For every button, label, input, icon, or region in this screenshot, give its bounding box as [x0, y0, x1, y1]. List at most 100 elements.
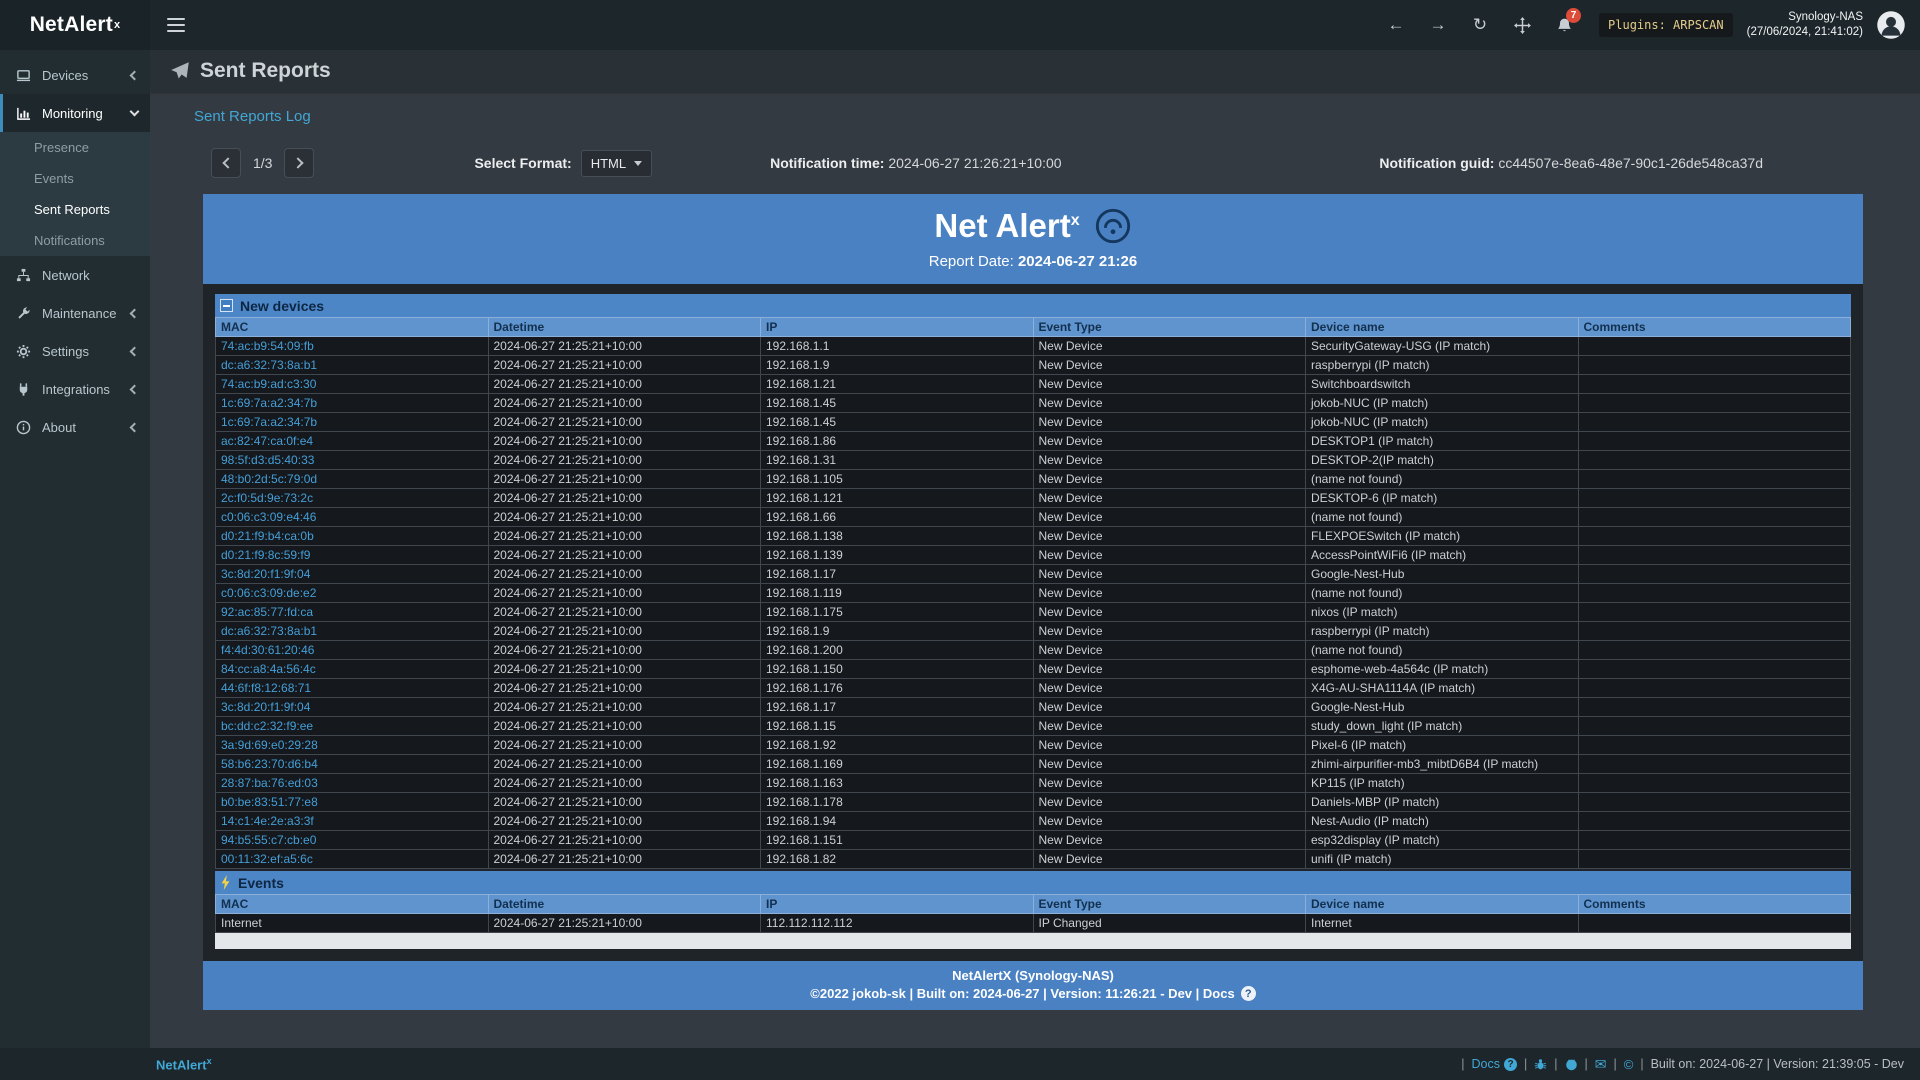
chevron-left-icon — [130, 422, 140, 432]
mac-link[interactable]: 1c:69:7a:a2:34:7b — [221, 415, 317, 429]
notification-count-badge: 7 — [1566, 8, 1581, 23]
sidebar-item-sent-reports[interactable]: Sent Reports — [0, 194, 150, 225]
cell: 1c:69:7a:a2:34:7b — [216, 413, 489, 432]
cell: 192.168.1.175 — [761, 603, 1034, 622]
mac-link[interactable]: 74:ac:b9:ad:c3:30 — [221, 377, 316, 391]
report-table: MACDatetimeIPEvent TypeDevice nameCommen… — [215, 894, 1851, 933]
mac-link[interactable]: ac:82:47:ca:0f:e4 — [221, 434, 313, 448]
mac-link[interactable]: c0:06:c3:09:de:e2 — [221, 586, 316, 600]
mac-link[interactable]: f4:4d:30:61:20:46 — [221, 643, 314, 657]
docs-link[interactable]: Docs? — [1472, 1057, 1517, 1071]
cell: 192.168.1.169 — [761, 755, 1034, 774]
cell: DESKTOP1 (IP match) — [1306, 432, 1579, 451]
cell: 94:b5:55:c7:cb:e0 — [216, 831, 489, 850]
report-table: MACDatetimeIPEvent TypeDevice nameCommen… — [215, 317, 1851, 869]
notifications-bell-icon[interactable]: 7 — [1554, 15, 1574, 35]
mac-link[interactable]: 84:cc:a8:4a:56:4c — [221, 662, 316, 676]
mac-link[interactable]: 94:b5:55:c7:cb:e0 — [221, 833, 316, 847]
table-row: 2c:f0:5d:9e:73:2c2024-06-27 21:25:21+10:… — [216, 489, 1851, 508]
sidebar-item-monitoring[interactable]: Monitoring — [0, 94, 150, 132]
cell: bc:dd:c2:32:f9:ee — [216, 717, 489, 736]
mac-link[interactable]: 3c:8d:20:f1:9f:04 — [221, 700, 310, 714]
cell — [1578, 717, 1851, 736]
sent-reports-log-link[interactable]: Sent Reports Log — [194, 108, 311, 125]
report-footer-title: NetAlertX (Synology-NAS) — [203, 968, 1863, 983]
cell: New Device — [1033, 584, 1306, 603]
mac-link[interactable]: c0:06:c3:09:e4:46 — [221, 510, 316, 524]
sidebar-item-label: Monitoring — [42, 106, 131, 121]
mac-link[interactable]: 92:ac:85:77:fd:ca — [221, 605, 313, 619]
mac-link[interactable]: 58:b6:23:70:d6:b4 — [221, 757, 318, 771]
plugins-badge[interactable]: Plugins: ARPSCAN — [1599, 13, 1733, 37]
mac-link[interactable]: bc:dd:c2:32:f9:ee — [221, 719, 313, 733]
sidebar-item-label: Network — [42, 268, 138, 283]
bug-report-icon[interactable] — [1534, 1058, 1547, 1071]
notification-time-label: Notification time: — [770, 155, 884, 171]
move-icon[interactable] — [1512, 15, 1532, 35]
mac-link[interactable]: 2c:f0:5d:9e:73:2c — [221, 491, 313, 505]
mac-link[interactable]: 44:6f:f8:12:68:71 — [221, 681, 311, 695]
question-icon[interactable]: ? — [1241, 986, 1256, 1001]
back-icon[interactable]: ← — [1386, 15, 1406, 35]
sidebar-item-label: Integrations — [42, 382, 131, 397]
sidebar-item-presence[interactable]: Presence — [0, 132, 150, 163]
cell: New Device — [1033, 337, 1306, 356]
app-logo-sup: x — [114, 19, 120, 31]
mac-link[interactable]: 98:5f:d3:d5:40:33 — [221, 453, 314, 467]
prev-page-button[interactable] — [211, 148, 241, 178]
refresh-icon[interactable]: ↻ — [1470, 15, 1490, 35]
github-icon[interactable] — [1565, 1058, 1578, 1071]
sidebar-item-events[interactable]: Events — [0, 163, 150, 194]
cell: 2024-06-27 21:25:21+10:00 — [488, 793, 761, 812]
sidebar-item-maintenance[interactable]: Maintenance — [0, 294, 150, 332]
footer-build-info: Built on: 2024-06-27 | Version: 21:39:05… — [1651, 1057, 1904, 1071]
footer-brand-link[interactable]: NetAlertx — [156, 1056, 212, 1072]
wrench-icon — [16, 305, 33, 322]
next-page-button[interactable] — [284, 148, 314, 178]
sidebar-item-devices[interactable]: Devices — [0, 56, 150, 94]
section-header[interactable]: New devices — [215, 294, 1851, 317]
report-date-value: 2024-06-27 21:26 — [1018, 253, 1137, 270]
report-footer-line: ©2022 jokob-sk | Built on: 2024-06-27 | … — [203, 986, 1863, 1001]
cell — [1578, 413, 1851, 432]
mac-link[interactable]: 00:11:32:ef:a5:6c — [221, 852, 313, 866]
mac-link[interactable]: 14:c1:4e:2e:a3:3f — [221, 814, 314, 828]
column-header: MAC — [216, 895, 489, 914]
cell: 00:11:32:ef:a5:6c — [216, 850, 489, 869]
cell: 14:c1:4e:2e:a3:3f — [216, 812, 489, 831]
copyright-icon[interactable]: © — [1624, 1057, 1634, 1072]
mac-link[interactable]: 1c:69:7a:a2:34:7b — [221, 396, 317, 410]
cell: New Device — [1033, 451, 1306, 470]
cell: 1c:69:7a:a2:34:7b — [216, 394, 489, 413]
mail-icon[interactable]: ✉ — [1595, 1056, 1607, 1073]
sidebar-item-integrations[interactable]: Integrations — [0, 370, 150, 408]
sidebar-item-network[interactable]: Network — [0, 256, 150, 294]
cell: 92:ac:85:77:fd:ca — [216, 603, 489, 622]
cell: New Device — [1033, 413, 1306, 432]
sidebar-item-settings[interactable]: Settings — [0, 332, 150, 370]
cell — [1578, 565, 1851, 584]
cell: 58:b6:23:70:d6:b4 — [216, 755, 489, 774]
mac-link[interactable]: 28:87:ba:76:ed:03 — [221, 776, 318, 790]
cell: 2024-06-27 21:25:21+10:00 — [488, 413, 761, 432]
avatar[interactable] — [1876, 10, 1906, 40]
mac-link[interactable]: 74:ac:b9:54:09:fb — [221, 339, 314, 353]
mac-link[interactable]: 3a:9d:69:e0:29:28 — [221, 738, 318, 752]
mac-link[interactable]: d0:21:f9:8c:59:f9 — [221, 548, 310, 562]
sidebar-item-notifications[interactable]: Notifications — [0, 225, 150, 256]
sidebar-toggle-icon[interactable] — [150, 0, 202, 50]
cell: New Device — [1033, 603, 1306, 622]
forward-icon[interactable]: → — [1428, 15, 1448, 35]
mac-link[interactable]: d0:21:f9:b4:ca:0b — [221, 529, 314, 543]
mac-link[interactable]: 48:b0:2d:5c:79:0d — [221, 472, 317, 486]
cell: New Device — [1033, 736, 1306, 755]
mac-link[interactable]: b0:be:83:51:77:e8 — [221, 795, 318, 809]
mac-link[interactable]: 3c:8d:20:f1:9f:04 — [221, 567, 310, 581]
mac-link[interactable]: dc:a6:32:73:8a:b1 — [221, 624, 317, 638]
app-logo[interactable]: NetAlertx — [0, 0, 150, 50]
footer-brand-text: NetAlert — [156, 1057, 207, 1072]
format-select[interactable]: HTML — [581, 150, 652, 177]
mac-link[interactable]: dc:a6:32:73:8a:b1 — [221, 358, 317, 372]
sidebar-item-about[interactable]: About — [0, 408, 150, 446]
section-header[interactable]: Events — [215, 871, 1851, 894]
